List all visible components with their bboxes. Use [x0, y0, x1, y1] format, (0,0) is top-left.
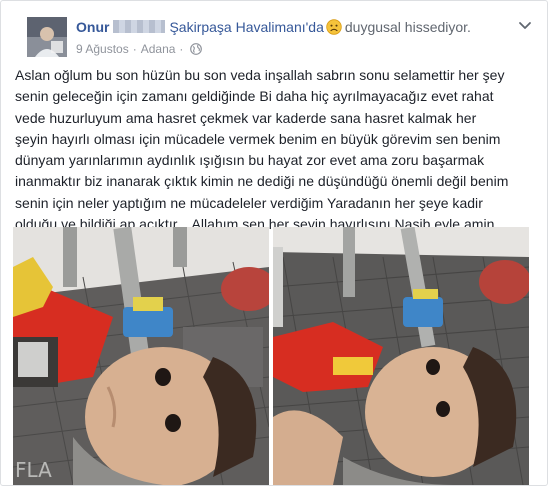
post-body: Aslan oğlum bu son hüzün bu son veda inş…: [15, 67, 509, 233]
post-title-line: Onur Şakirpaşa Havalimanı'da duygusal hiss…: [76, 18, 507, 39]
author-name[interactable]: Onur: [76, 19, 109, 35]
chevron-down-icon[interactable]: [517, 17, 533, 33]
post-photo-left[interactable]: FLA: [13, 227, 269, 485]
meta-separator: ·: [132, 42, 137, 56]
post-location[interactable]: Adana: [141, 42, 176, 56]
post-header: Onur Şakirpaşa Havalimanı'da duygusal hiss…: [76, 18, 507, 59]
checkin-place[interactable]: Şakirpaşa Havalimanı'da: [169, 19, 323, 35]
post-photo-right[interactable]: [273, 227, 529, 485]
globe-icon[interactable]: [190, 43, 203, 59]
sad-face-icon: [326, 19, 342, 39]
svg-text:FLA: FLA: [15, 458, 52, 482]
post-date[interactable]: 9 Ağustos: [76, 42, 129, 56]
avatar[interactable]: [27, 17, 67, 57]
meta-separator: ·: [179, 42, 184, 56]
post-meta: 9 Ağustos · Adana ·: [76, 41, 507, 59]
blurred-surname: [113, 20, 166, 33]
post-card: Onur Şakirpaşa Havalimanı'da duygusal hiss…: [0, 0, 548, 486]
feeling-text: duygusal hissediyor.: [344, 19, 471, 35]
photo-grid: FLA: [13, 227, 529, 485]
